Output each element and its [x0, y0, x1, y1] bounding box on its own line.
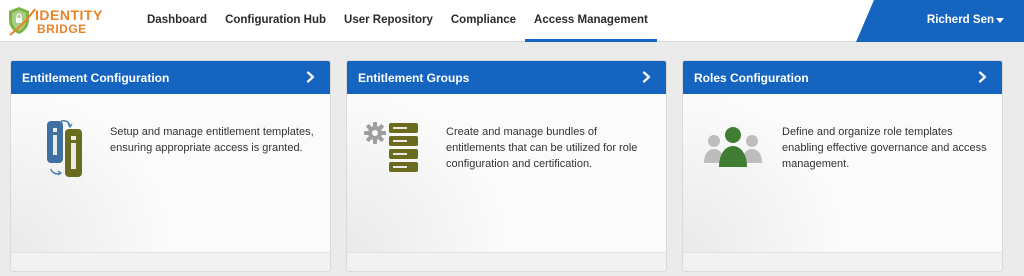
card-entitlement-configuration[interactable]: Entitlement Configuration Setup and mana… — [10, 60, 331, 272]
card-header[interactable]: Entitlement Groups — [347, 61, 666, 94]
nav-dashboard[interactable]: Dashboard — [138, 0, 216, 42]
nav-compliance[interactable]: Compliance — [442, 0, 525, 42]
card-footer — [11, 252, 330, 271]
main-nav: Dashboard Configuration Hub User Reposit… — [138, 0, 657, 42]
card-footer — [347, 252, 666, 271]
card-roles-configuration[interactable]: Roles Configuration Define and organize … — [682, 60, 1003, 272]
brand-logo[interactable]: IDENTITY BRIDGE — [9, 5, 129, 39]
card-title: Entitlement Groups — [358, 71, 470, 85]
card-footer — [683, 252, 1002, 271]
card-description: Setup and manage entitlement templates, … — [110, 126, 314, 154]
gear-server-icon — [364, 122, 418, 172]
top-navbar: IDENTITY BRIDGE Dashboard Configuration … — [0, 0, 1024, 42]
caret-down-icon — [996, 18, 1004, 23]
entitlement-icon — [47, 120, 82, 177]
chevron-right-icon[interactable] — [977, 71, 989, 83]
brand-name-line1: IDENTITY — [35, 7, 103, 23]
card-title: Roles Configuration — [694, 71, 809, 85]
card-header[interactable]: Entitlement Configuration — [11, 61, 330, 94]
nav-access-management[interactable]: Access Management — [525, 0, 657, 42]
user-name: Richerd Sen — [926, 14, 994, 26]
card-title: Entitlement Configuration — [22, 71, 170, 85]
chevron-right-icon[interactable] — [641, 71, 653, 83]
users-group-icon — [704, 127, 762, 167]
user-menu[interactable]: Richerd Sen — [856, 0, 1024, 42]
nav-user-repository[interactable]: User Repository — [335, 0, 442, 42]
card-description: Define and organize role templates enabl… — [782, 126, 987, 170]
shield-logo-icon — [9, 7, 36, 36]
chevron-right-icon[interactable] — [305, 71, 317, 83]
card-header[interactable]: Roles Configuration — [683, 61, 1002, 94]
nav-configuration-hub[interactable]: Configuration Hub — [216, 0, 335, 42]
brand-name-line2: BRIDGE — [37, 22, 87, 36]
card-description: Create and manage bundles of entitlement… — [446, 126, 638, 170]
card-entitlement-groups[interactable]: Entitlement Groups Create and manage bun… — [346, 60, 667, 272]
